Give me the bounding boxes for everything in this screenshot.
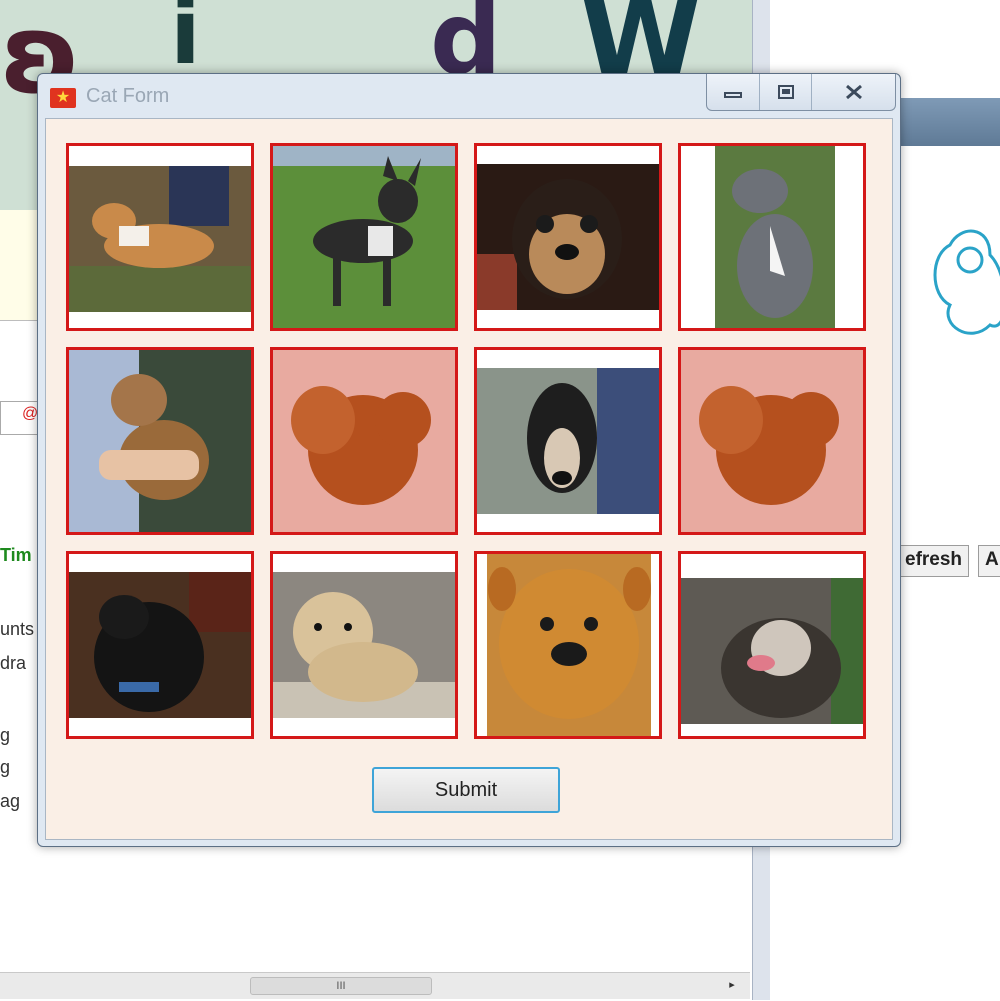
submit-button[interactable]: Submit (372, 767, 560, 813)
title-bar[interactable]: ★ Cat Form (38, 74, 900, 119)
background-text: ag (0, 791, 21, 811)
dog-image (681, 350, 863, 532)
caption-buttons (706, 74, 896, 111)
dog-image (487, 554, 651, 736)
background-text: g (0, 725, 11, 745)
minimize-button[interactable] (707, 74, 760, 110)
dog-image (69, 572, 251, 718)
dog-photo-tile[interactable] (474, 143, 662, 331)
dog-photo-tile[interactable] (270, 551, 458, 739)
dog-photo-tile[interactable] (270, 347, 458, 535)
mascot-sketch-icon (930, 229, 1000, 335)
dog-photo-tile[interactable] (474, 347, 662, 535)
dog-image (681, 578, 863, 724)
dog-photo-tile[interactable] (270, 143, 458, 331)
maximize-button[interactable] (760, 74, 813, 110)
dog-image (477, 164, 659, 310)
dog-image (273, 146, 455, 328)
close-icon (845, 84, 862, 100)
dog-photo-tile[interactable] (66, 347, 254, 535)
dog-photo-tile[interactable] (66, 143, 254, 331)
form-client-area: Submit (45, 118, 893, 840)
minimize-icon (723, 92, 742, 98)
dog-image (715, 146, 835, 328)
maximize-icon (777, 85, 794, 99)
dog-photo-tile[interactable] (678, 551, 866, 739)
dog-image (477, 368, 659, 514)
background-text: dra (0, 653, 27, 673)
close-button[interactable] (812, 74, 895, 110)
dog-image (273, 572, 455, 718)
window-title: Cat Form (86, 85, 170, 107)
background-text: Tim (0, 545, 32, 565)
background-icon: @ (22, 405, 39, 422)
dog-photo-tile[interactable] (474, 551, 662, 739)
dog-image (69, 166, 251, 312)
cat-form-window: ★ Cat Form Submit (37, 73, 901, 847)
action-button[interactable]: A (978, 545, 1000, 577)
background-text: g (0, 757, 11, 777)
refresh-button[interactable]: efresh (898, 545, 970, 577)
dog-image (69, 350, 251, 532)
flag-icon: ★ (50, 88, 76, 108)
background-text: unts (0, 619, 35, 639)
dog-photo-tile[interactable] (66, 551, 254, 739)
dog-photo-tile[interactable] (678, 347, 866, 535)
scroll-right-arrow-icon[interactable]: ▸ (724, 977, 740, 993)
dog-photo-tile[interactable] (678, 143, 866, 331)
dog-image (273, 350, 455, 532)
scrollbar-thumb[interactable]: III (250, 977, 432, 995)
